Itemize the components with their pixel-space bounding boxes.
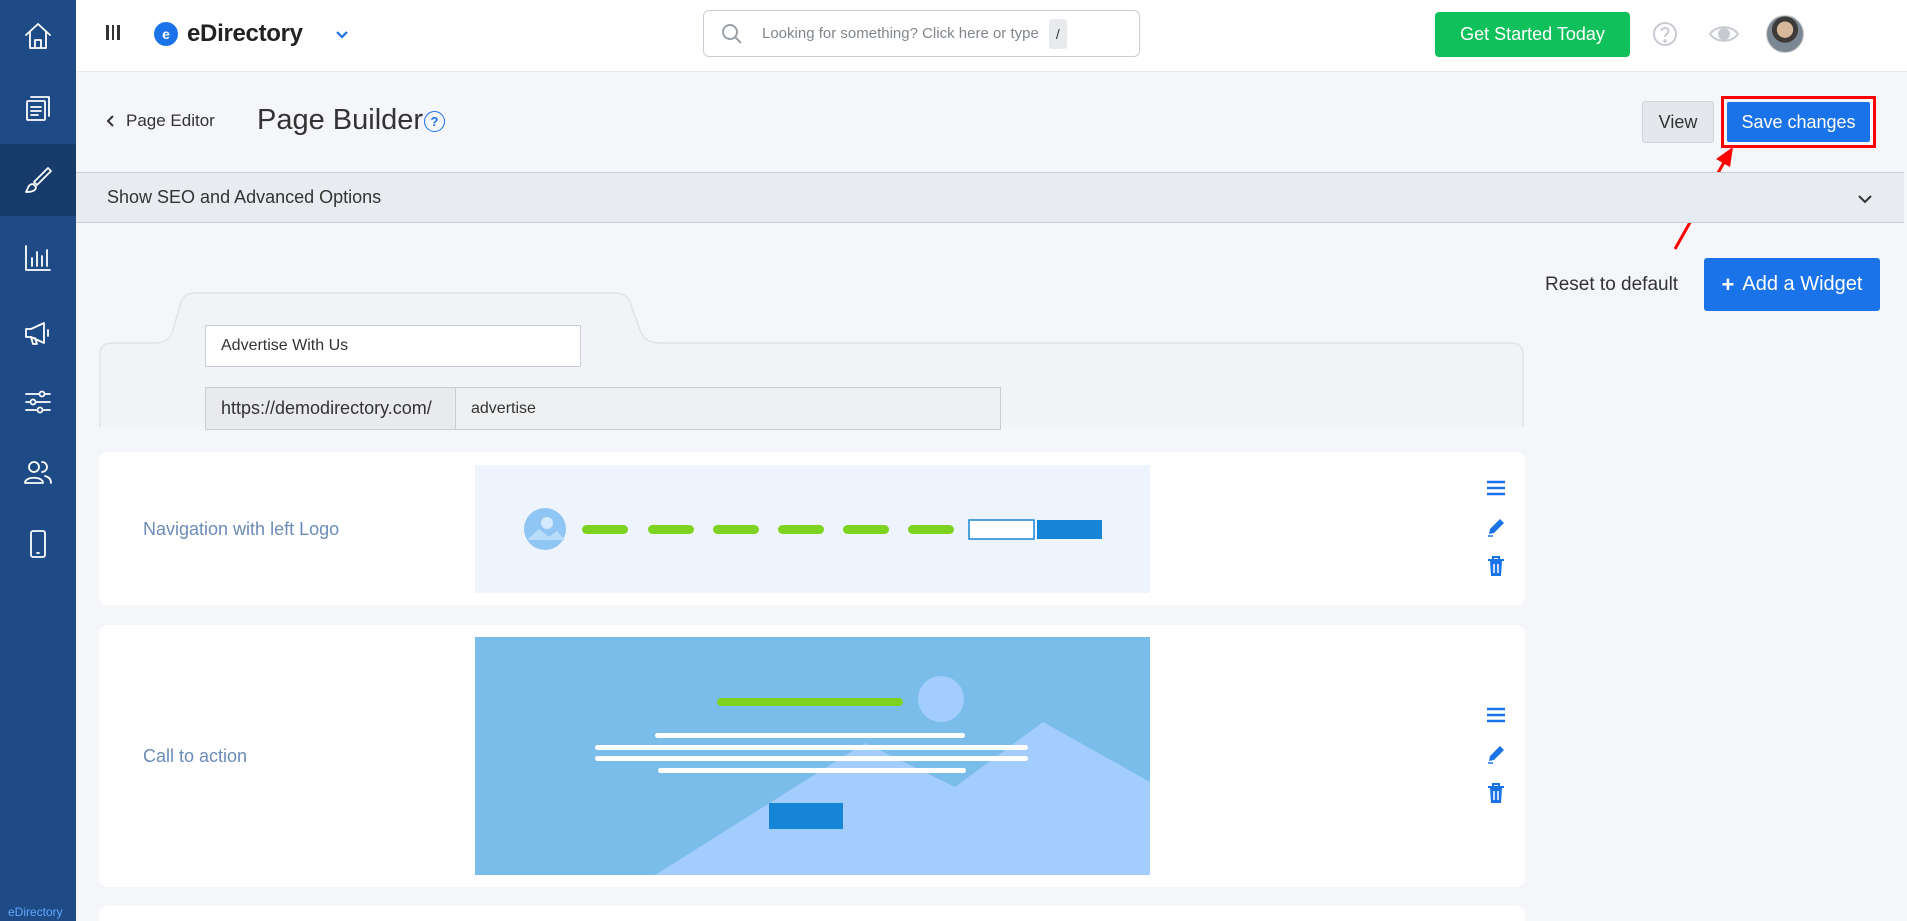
sidebar-item-mobile[interactable] [0,508,76,580]
add-widget-label: Add a Widget [1742,273,1863,295]
app-logo[interactable]: e eDirectory [154,20,303,48]
sidebar-item-reports[interactable] [0,222,76,294]
search-icon [722,23,742,44]
reorder-icon[interactable] [1485,477,1507,499]
sidebar-item-home[interactable] [0,0,76,72]
search-box[interactable]: Looking for something? Click here or typ… [703,10,1140,57]
url-slug-input[interactable]: advertise [455,387,1001,430]
search-placeholder: Looking for something? Click here or typ… [762,25,1039,42]
widget-actions [1483,477,1509,577]
page-name-input[interactable]: Advertise With Us [205,325,581,367]
navigation-preview-image [475,465,1150,593]
url-prefix: https://demodirectory.com/ [205,387,456,430]
edit-pencil-icon[interactable] [1485,516,1507,538]
reports-icon [25,245,51,271]
add-widget-button[interactable]: + Add a Widget [1704,258,1880,311]
help-icon[interactable] [1652,21,1678,47]
widget-card[interactable]: Call to action [99,625,1525,887]
back-label: Page Editor [126,111,215,130]
megaphone-icon [25,322,49,345]
sidebar-item-promotions[interactable] [0,296,76,368]
users-icon [24,461,52,484]
page-help-icon[interactable]: ? [424,111,445,132]
reorder-icon[interactable] [1485,704,1507,726]
back-to-page-editor[interactable]: Page Editor [106,111,215,131]
user-avatar[interactable] [1766,15,1804,53]
widget-label: Call to action [143,746,248,766]
widget-label: Navigation with left Logo [143,519,340,539]
delete-trash-icon[interactable] [1485,782,1507,804]
chevron-left-icon [106,115,114,127]
sidebar-item-design[interactable] [0,144,76,216]
plus-icon: + [1721,271,1735,297]
home-icon [25,23,51,49]
brush-icon [25,167,52,193]
menu-toggle-icon[interactable] [106,25,121,43]
seo-options-toggle[interactable]: Show SEO and Advanced Options [76,172,1904,223]
sidebar-footer-brand: eDirectory [8,905,63,919]
sidebar-item-users[interactable] [0,436,76,508]
reset-to-default-link[interactable]: Reset to default [1545,274,1678,296]
widget-card[interactable] [99,906,1525,921]
mobile-icon [30,530,46,558]
call-to-action-preview-image [475,637,1150,875]
sidebar-item-settings[interactable] [0,366,76,438]
chevron-down-icon [1856,190,1874,208]
save-changes-button[interactable]: Save changes [1727,102,1870,142]
settings-sliders-icon [25,390,51,414]
app-name: eDirectory [187,20,303,47]
site-switcher-chevron-icon[interactable] [334,26,348,40]
page-title: Page Builder [257,104,424,136]
get-started-button[interactable]: Get Started Today [1435,12,1630,57]
sidebar: eDirectory [0,0,76,921]
widget-card[interactable]: Navigation with left Logo [99,452,1525,605]
search-shortcut-key: / [1048,18,1067,49]
sidebar-item-pages[interactable] [0,72,76,144]
widget-actions [1483,704,1509,804]
view-button[interactable]: View [1642,101,1714,143]
edit-pencil-icon[interactable] [1485,743,1507,765]
delete-trash-icon[interactable] [1485,555,1507,577]
preview-eye-icon[interactable] [1708,22,1740,46]
logo-mark-icon: e [154,22,178,46]
seo-options-label: Show SEO and Advanced Options [107,187,382,207]
pages-icon [26,96,50,121]
